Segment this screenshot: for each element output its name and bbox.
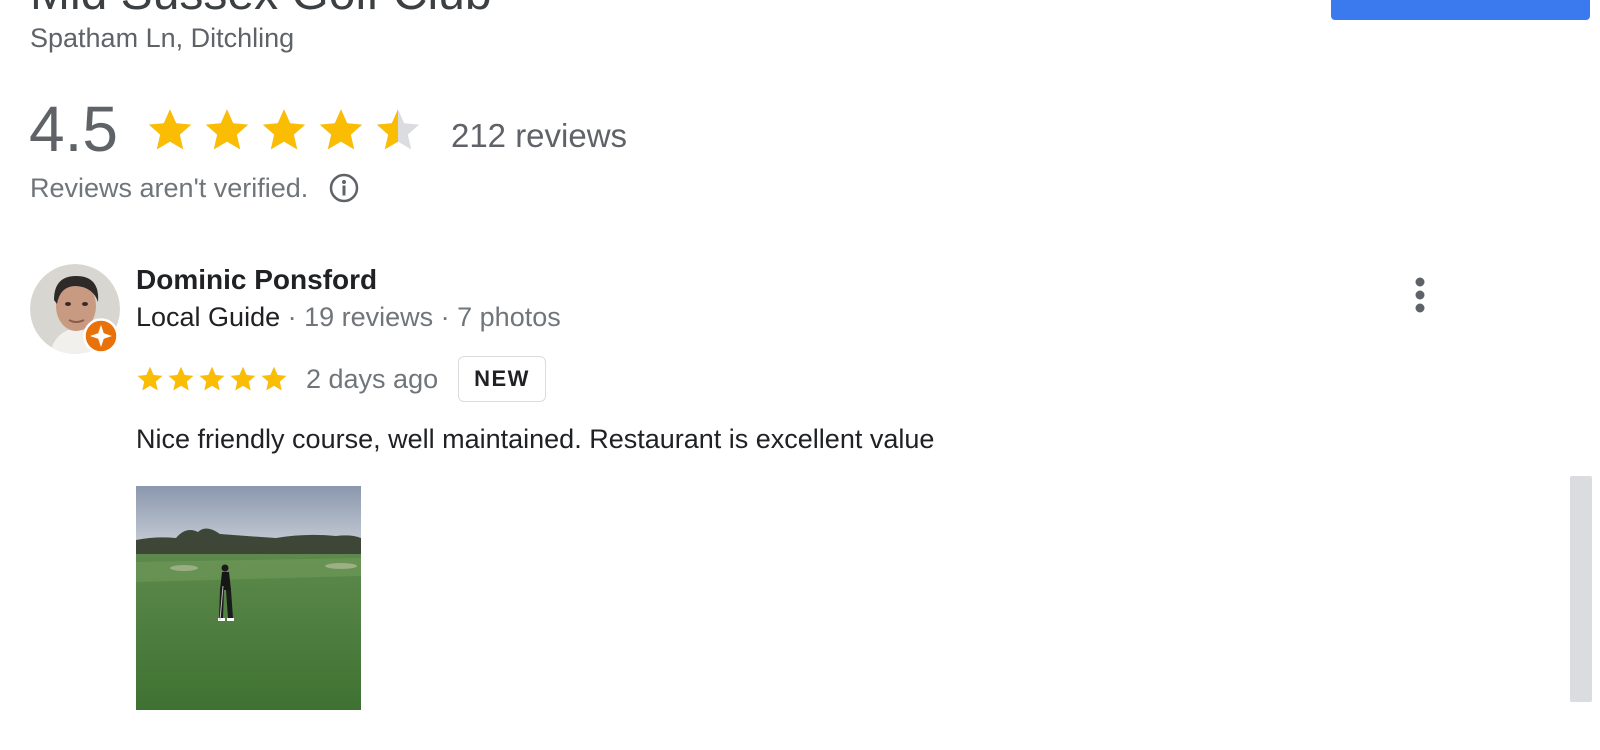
golf-course-photo xyxy=(136,486,361,710)
rating-summary: 4.5 212 reviews xyxy=(29,92,627,167)
star-icon xyxy=(230,366,256,391)
star-icon xyxy=(168,366,194,391)
reviewer-name[interactable]: Dominic Ponsford xyxy=(136,264,377,296)
star-icon xyxy=(205,108,249,149)
local-guide-label: Local Guide xyxy=(136,302,281,332)
more-vert-icon xyxy=(1415,277,1425,313)
place-title: Mid Sussex Golf Club xyxy=(30,0,492,20)
review-text: Nice friendly course, well maintained. R… xyxy=(136,424,935,454)
more-options-button[interactable] xyxy=(1400,272,1440,322)
review-photo[interactable] xyxy=(136,486,361,710)
star-icon xyxy=(262,108,306,149)
local-guide-badge-icon xyxy=(83,318,119,354)
write-review-button[interactable] xyxy=(1331,0,1590,20)
star-icon xyxy=(376,108,420,149)
star-icon xyxy=(319,108,363,149)
star-icon xyxy=(148,108,192,149)
new-badge: NEW xyxy=(458,356,546,402)
review-count[interactable]: 212 reviews xyxy=(451,105,627,155)
reviewer-avatar[interactable] xyxy=(30,264,120,354)
verification-row: Reviews aren't verified. xyxy=(30,172,360,204)
reviewer-stats: · 19 reviews · 7 photos xyxy=(280,302,561,332)
reviews-panel: Mid Sussex Golf Club Spatham Ln, Ditchli… xyxy=(0,0,1600,750)
star-icon xyxy=(137,366,163,391)
average-rating: 4.5 xyxy=(29,93,118,165)
review-rating-row: 2 days ago NEW xyxy=(136,354,546,404)
scrollbar-thumb[interactable] xyxy=(1570,476,1592,702)
review-stars xyxy=(136,365,291,393)
info-icon[interactable] xyxy=(328,172,360,204)
review-date: 2 days ago xyxy=(306,363,439,394)
star-icon xyxy=(199,366,225,391)
verification-note: Reviews aren't verified. xyxy=(30,172,309,203)
place-address: Spatham Ln, Ditchling xyxy=(30,23,295,53)
reviewer-meta: Local Guide · 19 reviews · 7 photos xyxy=(136,302,561,333)
star-icon xyxy=(261,366,287,391)
rating-stars xyxy=(146,106,431,154)
